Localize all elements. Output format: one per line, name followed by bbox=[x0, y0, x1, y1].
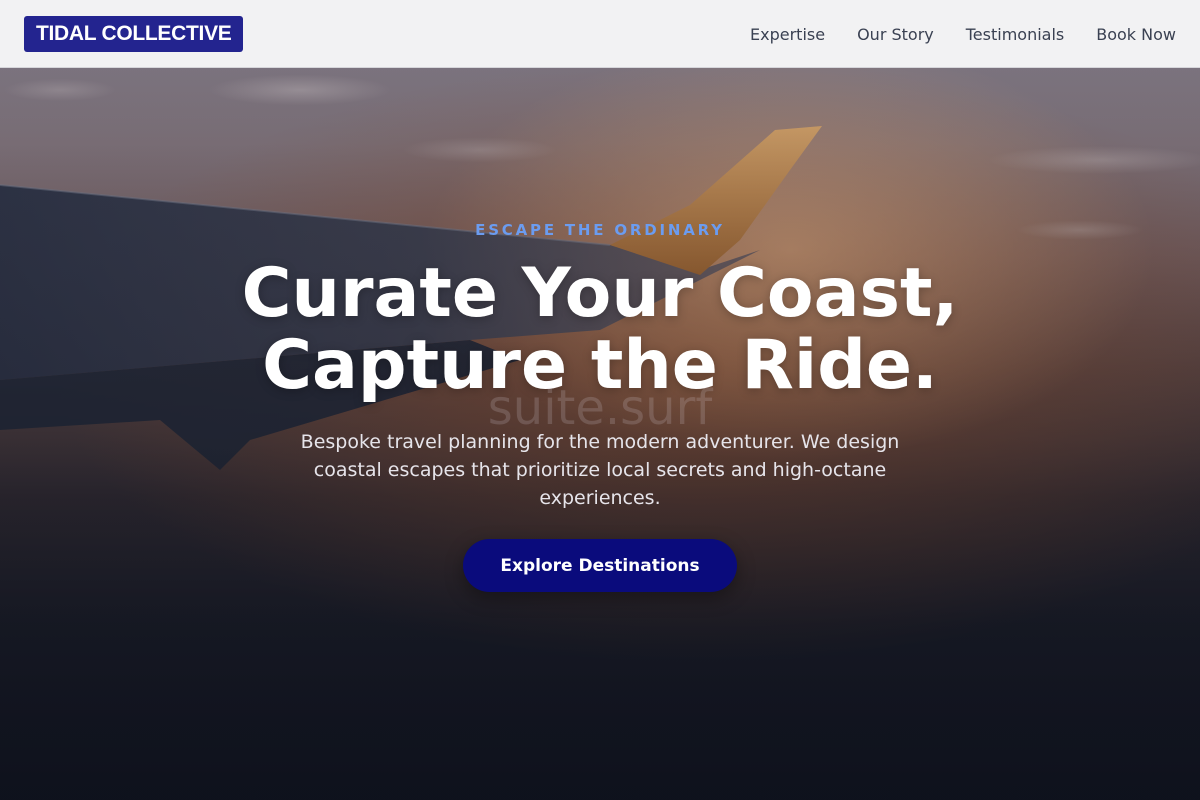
hero-headline-line-1: Curate Your Coast, bbox=[241, 254, 959, 333]
hero-subtext: Bespoke travel planning for the modern a… bbox=[300, 431, 900, 509]
page: TIDAL COLLECTIVE Expertise Our Story Tes… bbox=[0, 0, 1200, 800]
hero-section: ESCAPE THE ORDINARY Curate Your Coast, C… bbox=[0, 0, 1200, 800]
explore-destinations-button[interactable]: Explore Destinations bbox=[463, 539, 737, 592]
hero-eyebrow: ESCAPE THE ORDINARY bbox=[475, 221, 725, 239]
